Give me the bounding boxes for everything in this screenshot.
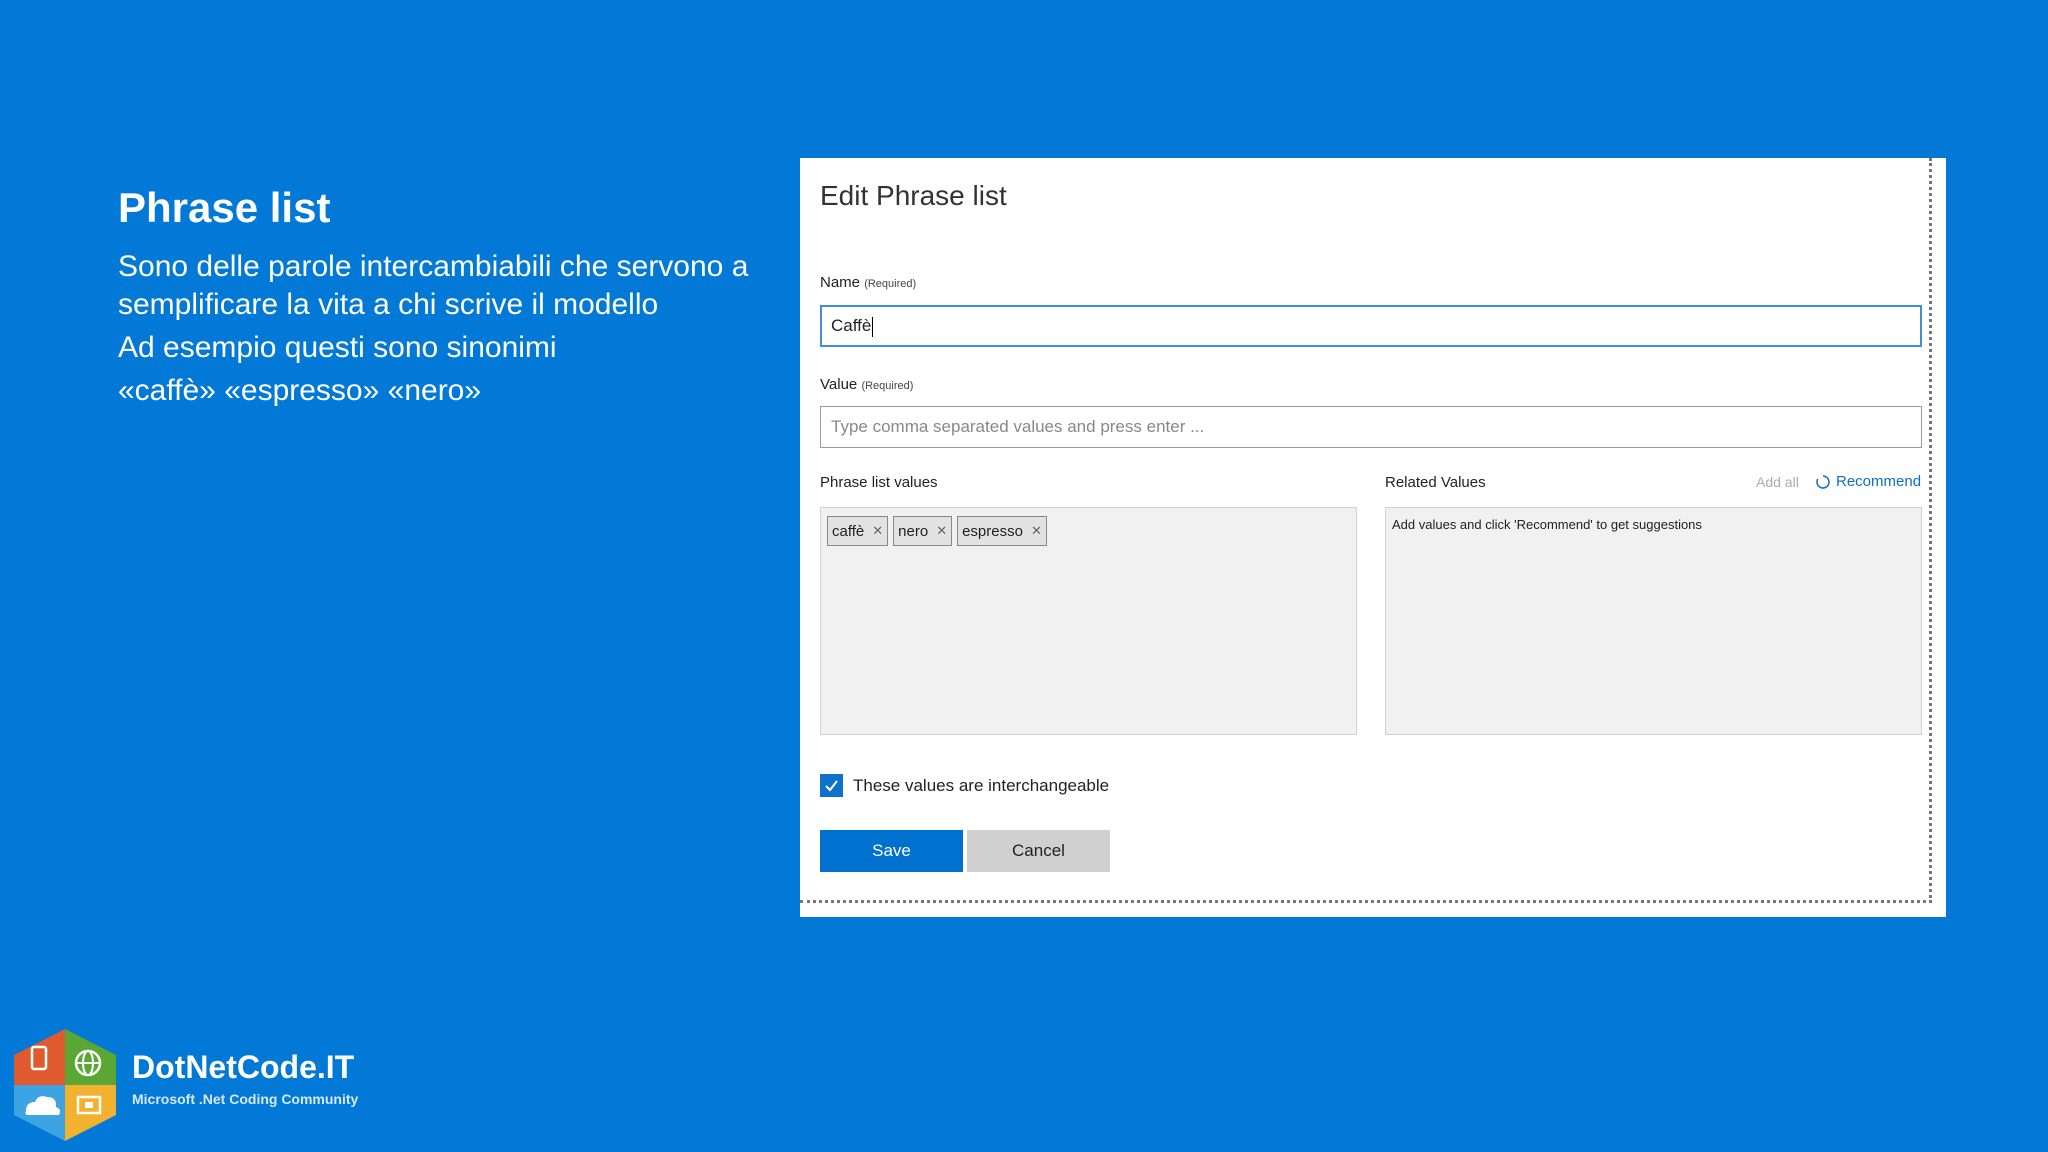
add-all-link[interactable]: Add all (1756, 474, 1799, 490)
name-label-text: Name (820, 274, 861, 291)
related-values-label: Related Values (1385, 474, 1486, 491)
slide-line: Ad esempio questi sono sinonimi (118, 331, 557, 364)
text-caret (872, 316, 874, 337)
value-required-text: (Required) (861, 380, 914, 392)
interchangeable-row: These values are interchangeable (820, 774, 1109, 797)
logo-text: DotNetCode.IT Microsoft .Net Coding Comm… (132, 1049, 358, 1107)
phrase-chip: nero ✕ (893, 516, 953, 546)
logo-cube-icon (14, 1029, 116, 1141)
recommend-button[interactable]: Recommend (1815, 473, 1921, 490)
dotnetcode-logo: DotNetCode.IT Microsoft .Net Coding Comm… (10, 1025, 358, 1145)
slide-body: Sono delle parole intercambiabili che se… (118, 248, 778, 410)
slide-line: Sono delle parole intercambiabili che se… (118, 250, 749, 321)
slide-line: «caffè» «espresso» «nero» (118, 374, 482, 407)
cancel-button[interactable]: Cancel (967, 830, 1110, 872)
recommend-label: Recommend (1836, 473, 1922, 490)
slide-text: Phrase list Sono delle parole intercambi… (118, 180, 778, 410)
dialog-title: Edit Phrase list (820, 180, 1007, 211)
remove-chip-icon[interactable]: ✕ (1031, 523, 1042, 539)
dialog-content: Edit Phrase list Name (Required) Caffè V… (800, 158, 1932, 903)
checkmark-icon (825, 780, 838, 792)
save-button[interactable]: Save (820, 830, 963, 872)
value-input[interactable] (820, 406, 1922, 448)
logo-subtitle: Microsoft .Net Coding Community (132, 1091, 359, 1107)
remove-chip-icon[interactable]: ✕ (936, 523, 947, 539)
edit-phrase-list-dialog: Edit Phrase list Name (Required) Caffè V… (800, 158, 1946, 917)
phrase-chip: espresso ✕ (957, 516, 1047, 546)
logo-title: DotNetCode.IT (132, 1049, 355, 1085)
value-label-text: Value (820, 376, 858, 393)
phrase-chips: caffè ✕ nero ✕ espresso ✕ (827, 516, 1047, 546)
chip-label: caffè (832, 522, 865, 540)
chip-label: nero (898, 522, 929, 540)
name-input-value: Caffè (831, 316, 872, 335)
name-label: Name (Required) (820, 274, 916, 291)
slide-title: Phrase list (118, 184, 331, 231)
phrase-values-label: Phrase list values (820, 474, 938, 491)
chip-label: espresso (962, 522, 1023, 540)
refresh-icon (1816, 474, 1830, 489)
related-hint: Add values and click 'Recommend' to get … (1392, 517, 1702, 532)
interchangeable-label: These values are interchangeable (853, 775, 1110, 795)
remove-chip-icon[interactable]: ✕ (872, 523, 883, 539)
related-values-box: Add values and click 'Recommend' to get … (1385, 507, 1922, 735)
phrase-chip: caffè ✕ (827, 516, 889, 546)
interchangeable-checkbox[interactable] (820, 774, 843, 797)
value-label: Value (Required) (820, 376, 913, 393)
name-input[interactable]: Caffè (820, 305, 1922, 347)
phrase-values-box: caffè ✕ nero ✕ espresso ✕ (820, 507, 1357, 735)
name-required-text: (Required) (864, 278, 917, 290)
